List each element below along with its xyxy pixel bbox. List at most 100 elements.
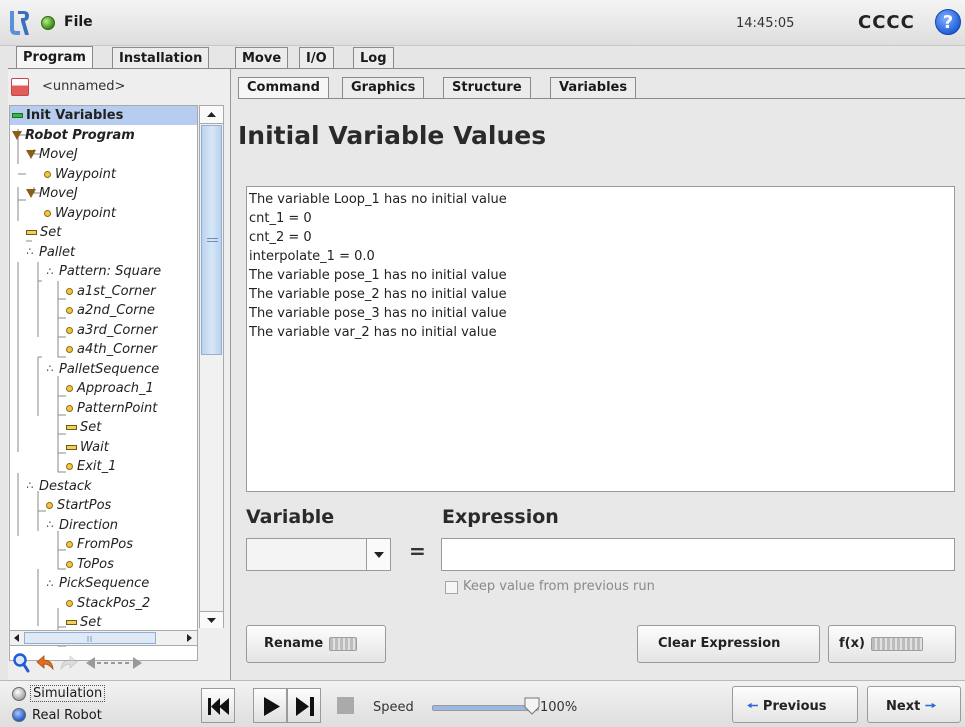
rename-button-label: Rename bbox=[264, 636, 324, 651]
scroll-thumb[interactable] bbox=[201, 125, 222, 355]
tab-log[interactable]: Log bbox=[353, 47, 394, 69]
tree-node[interactable]: StackPos_2 bbox=[64, 594, 150, 613]
scroll-up-arrow-icon[interactable] bbox=[200, 106, 223, 124]
redo-icon[interactable] bbox=[59, 652, 79, 674]
scroll-down-arrow-icon[interactable] bbox=[200, 611, 223, 628]
save-icon[interactable] bbox=[11, 78, 29, 96]
scroll-right-arrow-icon[interactable] bbox=[183, 631, 195, 645]
tree-node[interactable]: ∴ PickSequence bbox=[44, 574, 150, 593]
tree-node[interactable]: Set bbox=[64, 418, 101, 437]
speed-value: 100% bbox=[540, 700, 578, 715]
tab-program[interactable]: Program bbox=[16, 46, 93, 70]
tree-node[interactable]: ToPos bbox=[64, 555, 114, 574]
variable-line: The variable var_2 has no initial value bbox=[249, 325, 497, 340]
scroll-thumb-horizontal[interactable] bbox=[24, 632, 156, 644]
simulation-label[interactable]: Simulation bbox=[30, 685, 106, 702]
play-button[interactable] bbox=[253, 688, 287, 723]
waypoint-dot-icon bbox=[66, 599, 73, 607]
speed-slider[interactable] bbox=[432, 705, 539, 711]
tree-node[interactable]: a4th_Corner bbox=[64, 340, 157, 359]
expression-input[interactable] bbox=[441, 538, 955, 571]
top-bar: File 14:45:05 CCCC ? bbox=[0, 0, 965, 46]
program-tree-panel: <unnamed> Init Variables Robot Program Mov… bbox=[8, 69, 231, 680]
tree-node-label: Set bbox=[80, 615, 102, 630]
file-menu[interactable]: File bbox=[64, 14, 93, 30]
real-robot-radio[interactable] bbox=[12, 708, 26, 722]
tree-node[interactable]: Approach_1 bbox=[64, 379, 154, 398]
tree-node[interactable]: Robot Program bbox=[10, 126, 135, 145]
pallet-icon: ∴ bbox=[46, 518, 54, 531]
bottom-bar: Simulation Real Robot Speed 100% 🠔 Previ… bbox=[0, 680, 965, 727]
stop-button[interactable] bbox=[329, 688, 363, 723]
undo-icon[interactable] bbox=[35, 652, 55, 674]
expression-label: Expression bbox=[442, 506, 559, 528]
tab-variables[interactable]: Variables bbox=[550, 77, 637, 98]
waypoint-dot-icon bbox=[66, 287, 73, 295]
tree-node[interactable]: ∴ Pattern: Square bbox=[44, 262, 162, 281]
next-button[interactable]: Next 🠖 bbox=[867, 686, 961, 723]
tree-node[interactable]: Wait bbox=[64, 438, 109, 457]
tree-node-label: a1st_Corner bbox=[77, 283, 156, 299]
keyboard-icon bbox=[870, 636, 923, 651]
pallet-icon: ∴ bbox=[26, 479, 34, 492]
tree-node[interactable]: Set bbox=[24, 223, 61, 242]
tree-node[interactable]: MoveJ bbox=[24, 184, 78, 203]
tree-node[interactable]: a3rd_Corner bbox=[64, 321, 157, 340]
tree-node[interactable]: ∴ Destack bbox=[24, 477, 92, 496]
tree-node[interactable]: PatternPoint bbox=[64, 399, 157, 418]
tree-node[interactable]: Exit_1 bbox=[64, 457, 116, 476]
page-title: Initial Variable Values bbox=[238, 121, 547, 150]
pallet-icon: ∴ bbox=[46, 576, 54, 590]
tab-graphics[interactable]: Graphics bbox=[342, 77, 425, 98]
tree-node-label: Destack bbox=[39, 478, 92, 494]
tab-installation[interactable]: Installation bbox=[112, 47, 210, 69]
tree-node[interactable]: Waypoint bbox=[42, 165, 116, 184]
rewind-icon bbox=[208, 698, 229, 715]
tree-node[interactable]: ∴ Direction bbox=[44, 516, 119, 535]
real-robot-label[interactable]: Real Robot bbox=[32, 708, 102, 723]
tree-horizontal-scrollbar[interactable] bbox=[9, 630, 198, 646]
program-triangle-icon bbox=[12, 130, 22, 140]
step-button[interactable] bbox=[287, 688, 321, 723]
speed-slider-handle[interactable] bbox=[524, 697, 540, 715]
move-triangle-icon bbox=[26, 150, 36, 159]
fx-button[interactable]: f(x) bbox=[828, 625, 956, 663]
tree-vertical-scrollbar[interactable] bbox=[199, 105, 224, 628]
tree-node[interactable]: a2nd_Corne bbox=[64, 301, 155, 320]
variable-list[interactable]: The variable Loop_1 has no initial value… bbox=[246, 186, 955, 492]
help-icon[interactable]: ? bbox=[935, 9, 961, 35]
tree-node[interactable]: Init Variables bbox=[10, 106, 197, 125]
simulation-radio[interactable] bbox=[12, 687, 26, 701]
rewind-button[interactable] bbox=[201, 688, 235, 723]
move-node-icon[interactable] bbox=[84, 652, 144, 674]
tab-command[interactable]: Command bbox=[238, 77, 329, 99]
tree-node[interactable]: FromPos bbox=[64, 535, 133, 554]
previous-button[interactable]: 🠔 Previous bbox=[732, 686, 858, 723]
arrow-right-icon: 🠖 bbox=[924, 699, 937, 714]
tree-node[interactable]: a1st_Corner bbox=[64, 282, 156, 301]
equals-sign: = bbox=[409, 539, 426, 563]
arrow-left-icon: 🠔 bbox=[747, 699, 759, 714]
scroll-grip bbox=[207, 238, 218, 242]
tree-node[interactable]: ∴ Pallet bbox=[24, 243, 76, 262]
tab-structure[interactable]: Structure bbox=[443, 77, 531, 98]
tree-node[interactable]: MoveJ bbox=[24, 145, 78, 164]
tab-move[interactable]: Move bbox=[235, 47, 289, 69]
move-triangle-icon bbox=[26, 189, 36, 198]
tree-node[interactable]: StartPos bbox=[44, 496, 111, 515]
clear-expression-button[interactable]: Clear Expression bbox=[637, 625, 820, 663]
tree-node-label: PalletSequence bbox=[59, 361, 160, 377]
search-icon[interactable] bbox=[12, 652, 30, 674]
tree-node-label: PickSequence bbox=[59, 576, 150, 591]
tab-io[interactable]: I/O bbox=[299, 47, 334, 69]
program-tree[interactable]: Init Variables Robot Program MoveJ Waypoint… bbox=[9, 105, 198, 661]
scroll-left-arrow-icon[interactable] bbox=[11, 631, 23, 645]
waypoint-dot-icon bbox=[66, 307, 73, 314]
tree-node[interactable]: ∴ PalletSequence bbox=[44, 360, 160, 379]
variable-select[interactable] bbox=[246, 538, 391, 571]
keep-value-checkbox[interactable] bbox=[445, 581, 458, 594]
rename-button[interactable]: Rename bbox=[246, 625, 386, 663]
chevron-down-icon[interactable] bbox=[366, 539, 390, 570]
tree-node[interactable]: Waypoint bbox=[42, 204, 116, 223]
keyboard-icon bbox=[329, 636, 358, 651]
